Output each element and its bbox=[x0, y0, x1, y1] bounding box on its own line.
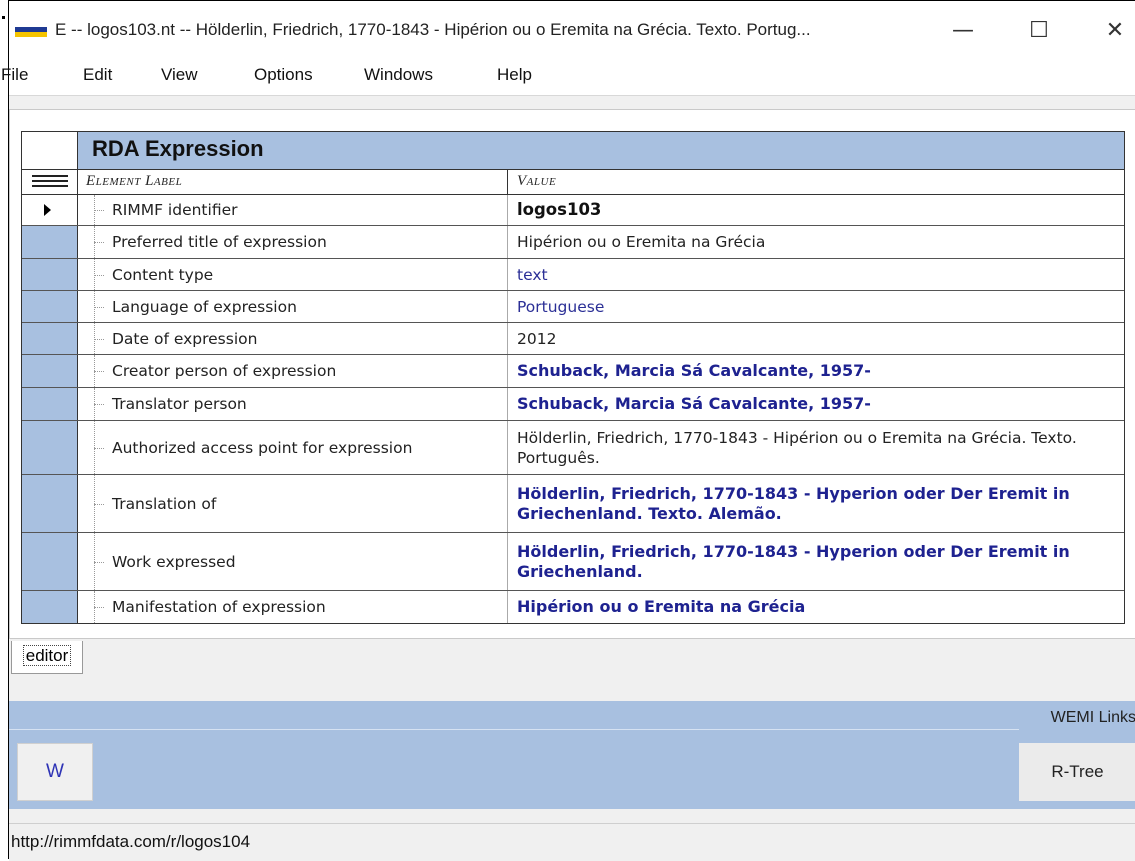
wemi-links-panel: WEMI Links W R-Tree bbox=[9, 701, 1135, 809]
menu-file[interactable]: File bbox=[1, 65, 28, 85]
row-value[interactable]: Schuback, Marcia Sá Cavalcante, 1957- bbox=[517, 355, 1117, 387]
table-row[interactable]: Work expressed Hölderlin, Friedrich, 177… bbox=[22, 533, 1124, 591]
wemi-links-title: WEMI Links bbox=[1050, 709, 1135, 726]
status-url: http://rimmfdata.com/r/logos104 bbox=[11, 832, 251, 851]
row-value[interactable]: Hölderlin, Friedrich, 1770-1843 - Hyperi… bbox=[517, 475, 1117, 532]
row-label: RIMMF identifier bbox=[112, 201, 238, 219]
row-selector[interactable] bbox=[22, 226, 78, 258]
tab-editor-label: editor bbox=[22, 645, 72, 666]
rtree-button[interactable]: R-Tree bbox=[1019, 743, 1135, 801]
tab-editor[interactable]: editor bbox=[11, 641, 83, 674]
row-label: Language of expression bbox=[112, 297, 297, 316]
row-value[interactable]: Portuguese bbox=[517, 291, 1117, 322]
table-row[interactable]: Creator person of expression Schuback, M… bbox=[22, 355, 1124, 388]
row-selector[interactable] bbox=[22, 388, 78, 420]
menu-edit[interactable]: Edit bbox=[83, 65, 112, 85]
row-selector[interactable] bbox=[22, 355, 78, 387]
maximize-button[interactable]: ☐ bbox=[1019, 11, 1059, 51]
row-value[interactable]: Hipérion ou o Eremita na Grécia bbox=[517, 226, 1117, 258]
row-label: Translation of bbox=[112, 494, 217, 513]
table-row[interactable]: RIMMF identifier logos103 bbox=[22, 195, 1124, 226]
current-row-arrow-icon bbox=[44, 204, 51, 216]
row-selector[interactable] bbox=[22, 533, 78, 590]
menu-windows[interactable]: Windows bbox=[364, 65, 433, 85]
grid-title: RDA Expression bbox=[92, 136, 264, 161]
row-value[interactable]: Hölderlin, Friedrich, 1770-1843 - Hyperi… bbox=[517, 533, 1117, 590]
table-row[interactable]: Authorized access point for expression H… bbox=[22, 421, 1124, 475]
table-row[interactable]: Date of expression 2012 bbox=[22, 323, 1124, 355]
row-menu-icon[interactable] bbox=[22, 170, 78, 194]
links-divider bbox=[9, 729, 1019, 730]
row-value[interactable]: Hölderlin, Friedrich, 1770-1843 - Hipéri… bbox=[517, 421, 1117, 474]
title-corner bbox=[22, 132, 78, 169]
row-value[interactable]: Hipérion ou o Eremita na Grécia bbox=[517, 591, 1117, 623]
work-link-button[interactable]: W bbox=[17, 743, 93, 801]
grid-title-row: RDA Expression bbox=[22, 132, 1124, 170]
menu-view[interactable]: View bbox=[161, 65, 198, 85]
grid-header-row: Element Label Value bbox=[22, 170, 1124, 195]
table-row[interactable]: Translator person Schuback, Marcia Sá Ca… bbox=[22, 388, 1124, 421]
table-row[interactable]: Translation of Hölderlin, Friedrich, 177… bbox=[22, 475, 1124, 533]
row-label: Translator person bbox=[112, 395, 247, 413]
close-button[interactable]: ✕ bbox=[1095, 11, 1135, 51]
app-window: E -- logos103.nt -- Hölderlin, Friedrich… bbox=[1, 0, 1135, 861]
row-label: Preferred title of expression bbox=[112, 233, 327, 251]
menu-bar: File Edit View Options Windows Help bbox=[1, 55, 1135, 96]
row-label: Manifestation of expression bbox=[112, 598, 326, 616]
table-row[interactable]: Content type text bbox=[22, 259, 1124, 291]
row-value[interactable]: logos103 bbox=[517, 195, 1117, 225]
menu-help[interactable]: Help bbox=[497, 65, 532, 85]
app-icon bbox=[15, 27, 47, 37]
row-selector[interactable] bbox=[22, 291, 78, 322]
table-row[interactable]: Language of expression Portuguese bbox=[22, 291, 1124, 323]
row-label: Authorized access point for expression bbox=[112, 438, 413, 457]
row-label: Work expressed bbox=[112, 552, 236, 571]
table-row[interactable]: Manifestation of expression Hipérion ou … bbox=[22, 591, 1124, 623]
header-divider bbox=[507, 170, 508, 194]
row-value[interactable]: Schuback, Marcia Sá Cavalcante, 1957- bbox=[517, 388, 1117, 420]
row-selector-current[interactable] bbox=[22, 195, 78, 225]
row-value[interactable]: 2012 bbox=[517, 323, 1117, 354]
table-row[interactable]: Preferred title of expression Hipérion o… bbox=[22, 226, 1124, 259]
window-edge-dot bbox=[2, 16, 5, 19]
minimize-button[interactable]: — bbox=[943, 11, 983, 51]
row-selector[interactable] bbox=[22, 591, 78, 623]
status-bar: http://rimmfdata.com/r/logos104 bbox=[9, 823, 1135, 861]
row-label: Creator person of expression bbox=[112, 362, 337, 380]
row-selector[interactable] bbox=[22, 323, 78, 354]
rda-expression-grid: RDA Expression Element Label Value RIMMF… bbox=[21, 131, 1125, 624]
window-title: E -- logos103.nt -- Hölderlin, Friedrich… bbox=[55, 20, 811, 39]
row-selector[interactable] bbox=[22, 421, 78, 474]
row-selector[interactable] bbox=[22, 475, 78, 532]
row-label: Date of expression bbox=[112, 329, 258, 348]
title-bar[interactable]: E -- logos103.nt -- Hölderlin, Friedrich… bbox=[9, 1, 1135, 55]
menu-options[interactable]: Options bbox=[254, 65, 313, 85]
header-value[interactable]: Value bbox=[517, 173, 556, 190]
row-label: Content type bbox=[112, 265, 214, 284]
row-value[interactable]: text bbox=[517, 259, 1117, 290]
header-element-label[interactable]: Element Label bbox=[86, 173, 182, 190]
row-selector[interactable] bbox=[22, 259, 78, 290]
